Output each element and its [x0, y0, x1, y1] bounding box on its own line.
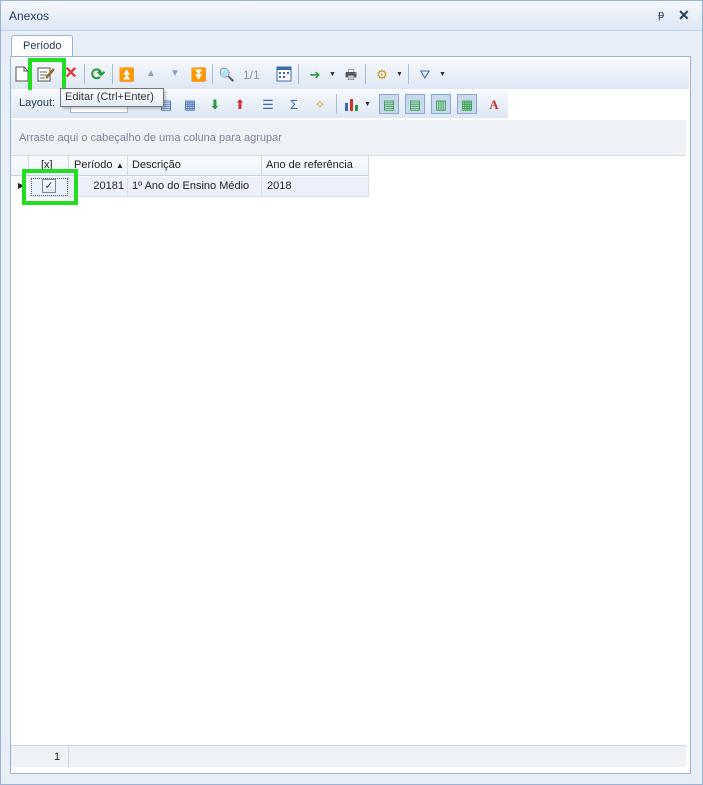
refresh-icon[interactable]: ⟳ — [88, 64, 108, 84]
group-panel-icon[interactable]: ☰ — [258, 94, 278, 114]
tab-periodo-label: Período — [23, 40, 62, 52]
view-style-2-icon[interactable]: ▤ — [405, 94, 425, 114]
next-record-icon[interactable]: ▼ — [165, 64, 185, 84]
import-dropdown-icon[interactable]: ▼ — [329, 71, 336, 78]
group-by-hint: Arraste aqui o cabeçalho de uma coluna p… — [19, 132, 282, 144]
toolbar-separator — [298, 64, 299, 84]
close-icon[interactable]: ✕ — [678, 7, 690, 24]
footer-divider — [68, 746, 69, 768]
calendar-icon[interactable] — [274, 64, 294, 84]
grid-footer: 1 — [11, 745, 686, 768]
toolbar-separator — [112, 64, 113, 84]
panel-title: Anexos — [9, 9, 50, 23]
find-icon[interactable]: 🔍 — [217, 64, 237, 84]
collapse-icon[interactable]: ⬆ — [230, 94, 250, 114]
first-record-icon[interactable]: ⏫ — [117, 64, 137, 84]
last-record-icon[interactable]: ⏬ — [189, 64, 209, 84]
toolbar-separator — [365, 64, 366, 84]
panel-titlebar: Anexos ᵽ ✕ — [1, 1, 702, 31]
chart-icon[interactable] — [342, 94, 362, 114]
toolbar-separator — [408, 64, 409, 84]
chart-dropdown-icon[interactable]: ▼ — [364, 101, 371, 108]
toolbar-separator — [84, 64, 85, 84]
table-row-cell-ano[interactable]: 2018 — [262, 177, 369, 197]
tab-periodo[interactable]: Período — [11, 35, 73, 57]
print-icon[interactable]: 🖶 — [341, 64, 361, 84]
sort-ascending-icon: ▲ — [116, 161, 124, 170]
group-by-panel[interactable]: Arraste aqui o cabeçalho de uma coluna p… — [11, 120, 686, 156]
tools-icon[interactable]: ⚙ — [372, 64, 392, 84]
filter-icon[interactable]: ⛛ — [415, 64, 435, 84]
column-header-ano[interactable]: Ano de referência — [262, 156, 369, 176]
expand-icon[interactable]: ⬇ — [205, 94, 225, 114]
edit-tooltip: Editar (Ctrl+Enter) — [60, 88, 164, 107]
pin-icon[interactable]: ᵽ — [658, 9, 664, 21]
view-style-4-icon[interactable]: ▦ — [457, 94, 477, 114]
grid-columns-icon[interactable]: ▦ — [180, 94, 200, 114]
view-style-1-icon[interactable]: ▤ — [379, 94, 399, 114]
font-icon[interactable]: A — [484, 94, 504, 114]
import-icon[interactable]: ➔ — [305, 64, 325, 84]
column-header-descricao[interactable]: Descrição — [128, 156, 262, 176]
filter-dropdown-icon[interactable]: ▼ — [439, 71, 446, 78]
record-counter: 1/1 — [243, 68, 260, 82]
toolbar-separator — [212, 64, 213, 84]
previous-record-icon[interactable]: ▲ — [141, 64, 161, 84]
record-count: 1 — [54, 751, 61, 763]
checkbox-highlight — [22, 169, 78, 205]
toolbar-separator — [336, 94, 337, 114]
auto-filter-icon[interactable]: ✧ — [310, 94, 330, 114]
layout-label: Layout: — [19, 97, 56, 109]
tools-dropdown-icon[interactable]: ▼ — [396, 71, 403, 78]
view-style-3-icon[interactable]: ▥ — [431, 94, 451, 114]
summary-icon[interactable]: Σ — [284, 94, 304, 114]
table-row-cell-descricao[interactable]: 1º Ano do Ensino Médio — [128, 177, 262, 197]
